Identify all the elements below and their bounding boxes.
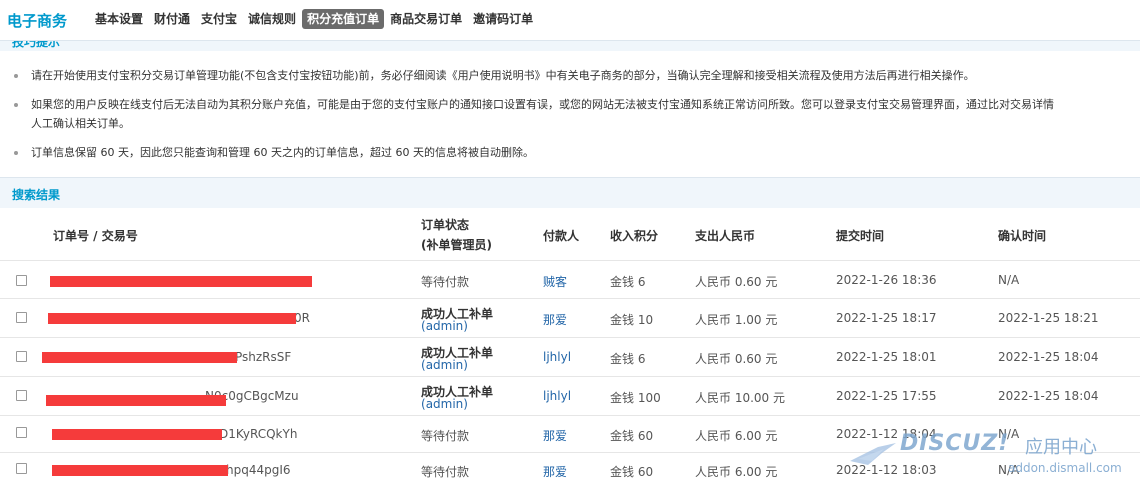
confirm-time: 2022-1-25 18:04 — [998, 350, 1099, 364]
row-checkbox[interactable] — [16, 312, 27, 323]
row-checkbox[interactable] — [16, 275, 27, 286]
submit-time: 2022-1-26 18:36 — [836, 273, 937, 287]
confirm-time: N/A — [998, 273, 1020, 287]
col-status-line2: (补单管理员) — [421, 238, 492, 252]
redaction-bar — [50, 276, 312, 287]
col-order: 订单号 / 交易号 — [53, 229, 138, 243]
tip-item: 如果您的用户反映在线支付后无法自动为其积分账户充值，可能是由于您的支付宝账户的通… — [14, 95, 1140, 115]
redaction-bar — [42, 352, 237, 363]
tip-text: 如果您的用户反映在线支付后无法自动为其积分账户充值，可能是由于您的支付宝账户的通… — [31, 98, 1054, 111]
tip-text: 请在开始使用支付宝积分交易订单管理功能(不包含支付宝按钮功能)前，务必仔细阅读《… — [31, 69, 975, 82]
table-row: 0R 成功人工补单 (admin) 那爱 金钱 10 人民币 1.00 元 20… — [0, 298, 1140, 337]
expense-value: 人民币 6.00 元 — [695, 465, 778, 479]
tab-basic-settings[interactable]: 基本设置 — [90, 9, 148, 29]
col-status-line1: 订单状态 — [421, 218, 470, 232]
payer-link[interactable]: 那爱 — [543, 311, 567, 328]
order-id: PshzRsSF — [235, 350, 292, 364]
tab-credit-orders[interactable]: 积分充值订单 — [302, 9, 385, 29]
order-status: 等待付款 — [421, 429, 470, 443]
brand-title: 电子商务 — [7, 12, 68, 30]
order-status: 等待付款 — [421, 275, 470, 289]
payer-link[interactable]: ljhlyl — [543, 350, 571, 364]
tip-text: 订单信息保留 60 天，因此您只能查询和管理 60 天之内的订单信息，超过 60… — [31, 146, 534, 159]
order-id: D1KyRCQkYh — [219, 427, 298, 441]
confirm-time: 2022-1-25 18:04 — [998, 389, 1099, 403]
income-value: 金钱 6 — [610, 352, 646, 366]
confirm-time: N/A — [998, 463, 1020, 477]
col-status: 订单状态 (补单管理员) — [421, 215, 492, 255]
tip-item: 订单信息保留 60 天，因此您只能查询和管理 60 天之内的订单信息，超过 60… — [14, 143, 1140, 163]
submit-time: 2022-1-12 18:03 — [836, 463, 937, 477]
confirm-time: N/A — [998, 427, 1020, 441]
tab-goods-orders[interactable]: 商品交易订单 — [385, 9, 467, 29]
income-value: 金钱 60 — [610, 429, 654, 443]
row-checkbox[interactable] — [16, 351, 27, 362]
tab-credit-rules[interactable]: 诚信规则 — [243, 9, 301, 29]
results-title: 搜索结果 — [12, 188, 61, 202]
redaction-bar — [48, 313, 296, 324]
redaction-bar — [52, 429, 222, 440]
bullet-icon — [14, 103, 18, 107]
payer-link[interactable]: 贼客 — [543, 273, 567, 290]
expense-value: 人民币 0.60 元 — [695, 352, 778, 366]
table-row: N0c0gCBgcMzu 成功人工补单 (admin) ljhlyl 金钱 10… — [0, 376, 1140, 415]
bullet-icon — [14, 74, 18, 78]
tab-alipay[interactable]: 支付宝 — [196, 9, 242, 29]
expense-value: 人民币 0.60 元 — [695, 275, 778, 289]
col-submit-time: 提交时间 — [836, 229, 885, 243]
tips-header: 技巧提示 — [0, 40, 1140, 51]
top-nav: 电子商务 基本设置 财付通 支付宝 诚信规则 积分充值订单 商品交易订单 邀请码… — [0, 0, 1140, 40]
tab-invite-orders[interactable]: 邀请码订单 — [468, 9, 538, 29]
expense-value: 人民币 1.00 元 — [695, 313, 778, 327]
admin-link[interactable]: (admin) — [421, 397, 468, 411]
col-payer: 付款人 — [543, 229, 580, 243]
col-confirm-time: 确认时间 — [998, 229, 1047, 243]
submit-time: 2022-1-25 18:01 — [836, 350, 937, 364]
col-expense: 支出人民币 — [695, 229, 756, 243]
income-value: 金钱 10 — [610, 313, 654, 327]
confirm-time: 2022-1-25 18:21 — [998, 311, 1099, 325]
order-status: 等待付款 — [421, 465, 470, 479]
expense-value: 人民币 6.00 元 — [695, 429, 778, 443]
income-value: 金钱 60 — [610, 465, 654, 479]
table-row: hpq44pgI6 等待付款 那爱 金钱 60 人民币 6.00 元 2022-… — [0, 452, 1140, 491]
row-checkbox[interactable] — [16, 463, 27, 474]
tab-tenpay[interactable]: 财付通 — [149, 9, 195, 29]
income-value: 金钱 6 — [610, 275, 646, 289]
admin-link[interactable]: (admin) — [421, 319, 468, 333]
redaction-bar — [52, 465, 228, 476]
table-row: 等待付款 贼客 金钱 6 人民币 0.60 元 2022-1-26 18:36 … — [0, 260, 1140, 299]
tip-item: 请在开始使用支付宝积分交易订单管理功能(不包含支付宝按钮功能)前，务必仔细阅读《… — [14, 66, 1140, 86]
tab-bar: 基本设置 财付通 支付宝 诚信规则 积分充值订单 商品交易订单 邀请码订单 — [90, 9, 539, 29]
table-row: PshzRsSF 成功人工补单 (admin) ljhlyl 金钱 6 人民币 … — [0, 337, 1140, 376]
tips-title: 技巧提示 — [12, 40, 61, 49]
redaction-bar — [46, 395, 226, 406]
submit-time: 2022-1-25 17:55 — [836, 389, 937, 403]
expense-value: 人民币 10.00 元 — [695, 391, 785, 405]
row-checkbox[interactable] — [16, 427, 27, 438]
payer-link[interactable]: ljhlyl — [543, 389, 571, 403]
payer-link[interactable]: 那爱 — [543, 463, 567, 480]
tip-text: 人工确认相关订单。 — [31, 117, 130, 130]
row-checkbox[interactable] — [16, 390, 27, 401]
bullet-icon — [14, 151, 18, 155]
admin-link[interactable]: (admin) — [421, 358, 468, 372]
submit-time: 2022-1-12 18:04 — [836, 427, 937, 441]
table-row: D1KyRCQkYh 等待付款 那爱 金钱 60 人民币 6.00 元 2022… — [0, 415, 1140, 454]
tip-item-continued: 人工确认相关订单。 — [14, 114, 1140, 134]
income-value: 金钱 100 — [610, 391, 661, 405]
results-header: 搜索结果 — [0, 177, 1140, 208]
payer-link[interactable]: 那爱 — [543, 427, 567, 444]
submit-time: 2022-1-25 18:17 — [836, 311, 937, 325]
order-id: hpq44pgI6 — [226, 463, 291, 477]
order-id: 0R — [294, 311, 310, 325]
col-income: 收入积分 — [610, 229, 659, 243]
